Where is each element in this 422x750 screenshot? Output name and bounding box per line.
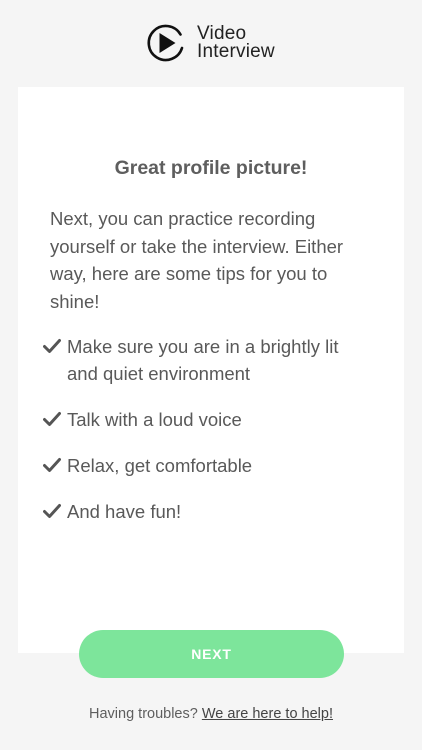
page-title: Great profile picture! — [114, 157, 308, 179]
tip-text: Relax, get comfortable — [67, 455, 253, 476]
logo-text-line2: Interview — [197, 41, 275, 62]
logo-wordmark: Video Interview — [197, 24, 275, 62]
checkmark-icon — [43, 412, 61, 426]
tip-item: Talk with a loud voice — [43, 406, 373, 433]
tip-item: Relax, get comfortable — [43, 452, 373, 479]
tip-text: And have fun! — [67, 501, 182, 522]
next-button[interactable]: NEXT — [79, 630, 344, 678]
checkmark-icon — [43, 458, 61, 472]
app-logo: Video Interview — [145, 22, 275, 64]
tip-item: And have fun! — [43, 498, 373, 525]
tip-text: Make sure you are in a brightly lit and … — [67, 336, 339, 384]
tip-item: Make sure you are in a brightly lit and … — [43, 333, 373, 387]
checkmark-icon — [43, 339, 61, 353]
help-prompt: Having troubles? — [89, 706, 198, 722]
checkmark-icon — [43, 504, 61, 518]
tips-list: Make sure you are in a brightly lit and … — [43, 333, 373, 544]
play-circle-icon — [147, 24, 184, 62]
help-footer: Having troubles? We are here to help! — [0, 706, 422, 722]
intro-text: Next, you can practice recording yoursel… — [50, 208, 344, 312]
tip-text: Talk with a loud voice — [67, 409, 242, 430]
help-link[interactable]: We are here to help! — [202, 706, 333, 722]
